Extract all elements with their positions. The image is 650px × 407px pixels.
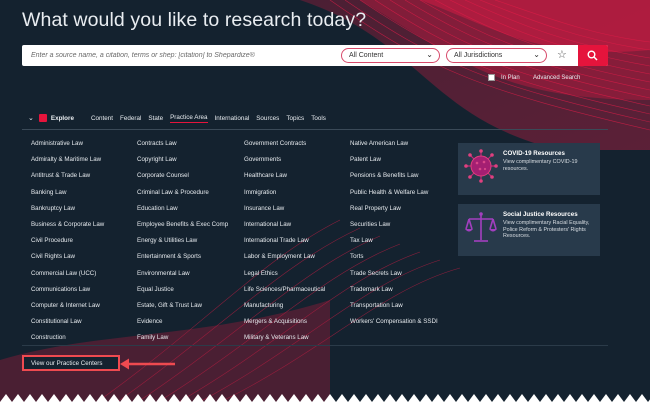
practice-area-link[interactable]: Energy & Utilities Law — [137, 237, 228, 253]
card-description: View complimentary Racial Equality, Poli… — [503, 220, 590, 240]
jurisdiction-select[interactable]: All Jurisdictions ⌄ — [446, 48, 547, 63]
practice-area-link[interactable]: Estate, Gift & Trust Law — [137, 302, 228, 318]
chevron-down-icon[interactable]: ⌄ — [28, 114, 34, 122]
practice-area-link[interactable]: Real Property Law — [350, 205, 438, 221]
practice-area-link[interactable]: Antitrust & Trade Law — [31, 172, 104, 188]
practice-area-link[interactable]: Native American Law — [350, 140, 438, 156]
practice-area-column-2: Contracts Law Copyright Law Corporate Coun… — [137, 140, 228, 350]
tab-tools[interactable]: Tools — [311, 115, 326, 122]
practice-area-link[interactable]: Civil Procedure — [31, 237, 104, 253]
practice-area-link[interactable]: Administrative Law — [31, 140, 104, 156]
explore-logo-icon — [38, 114, 47, 122]
page-title: What would you like to research today? — [22, 9, 367, 31]
practice-area-link[interactable]: Employee Benefits & Exec Comp — [137, 221, 228, 237]
practice-area-link[interactable]: Environmental Law — [137, 270, 228, 286]
practice-area-link[interactable]: Equal Justice — [137, 286, 228, 302]
practice-area-link[interactable]: Banking Law — [31, 189, 104, 205]
content-select[interactable]: All Content ⌄ — [341, 48, 440, 63]
search-button[interactable] — [578, 45, 608, 66]
practice-area-link[interactable]: Computer & Internet Law — [31, 302, 104, 318]
card-description: View complimentary COVID-19 resources. — [503, 159, 578, 172]
practice-area-link[interactable]: Education Law — [137, 205, 228, 221]
practice-area-link[interactable]: Entertainment & Sports — [137, 253, 228, 269]
tab-content[interactable]: Content — [91, 115, 113, 122]
practice-area-link[interactable]: Workers' Compensation & SSDI — [350, 318, 438, 334]
torn-edge-decoration — [0, 394, 650, 407]
search-bar: All Content ⌄ All Jurisdictions ⌄ ☆ — [22, 45, 608, 66]
practice-area-link[interactable]: Immigration — [244, 189, 325, 205]
practice-area-link[interactable]: Business & Corporate Law — [31, 221, 104, 237]
card-title: COVID-19 Resources — [503, 150, 565, 157]
practice-area-link[interactable]: Tax Law — [350, 237, 438, 253]
practice-area-column-4: Native American Law Patent Law Pensions & … — [350, 140, 438, 334]
chevron-down-icon: ⌄ — [533, 50, 540, 59]
covid-resources-card[interactable]: COVID-19 Resources View complimentary CO… — [458, 143, 600, 195]
practice-area-link[interactable]: Manufacturing — [244, 302, 325, 318]
callout-arrow-icon — [120, 358, 175, 370]
practice-area-link[interactable]: Criminal Law & Procedure — [137, 189, 228, 205]
practice-area-link[interactable]: International Law — [244, 221, 325, 237]
search-icon — [587, 50, 598, 61]
practice-area-link[interactable]: Copyright Law — [137, 156, 228, 172]
practice-area-link[interactable]: Construction — [31, 334, 104, 350]
practice-area-link[interactable]: Government Contracts — [244, 140, 325, 156]
practice-area-link[interactable]: Civil Rights Law — [31, 253, 104, 269]
practice-area-link[interactable]: Evidence — [137, 318, 228, 334]
section-divider — [22, 345, 608, 346]
practice-area-link[interactable]: Securities Law — [350, 221, 438, 237]
practice-area-column-3: Government Contracts Governments Healthcar… — [244, 140, 325, 350]
tab-international[interactable]: International — [215, 115, 250, 122]
practice-area-link[interactable]: Commercial Law (UCC) — [31, 270, 104, 286]
research-panel: What would you like to research today? A… — [0, 0, 650, 407]
practice-area-link[interactable]: Family Law — [137, 334, 228, 350]
practice-area-link[interactable]: Public Health & Welfare Law — [350, 189, 438, 205]
tab-sources[interactable]: Sources — [256, 115, 279, 122]
chevron-down-icon: ⌄ — [426, 50, 433, 59]
practice-area-column-1: Administrative Law Admiralty & Maritime L… — [31, 140, 104, 350]
practice-centers-link[interactable]: View our Practice Centers — [22, 355, 120, 371]
practice-area-link[interactable]: Communications Law — [31, 286, 104, 302]
practice-area-link[interactable]: Governments — [244, 156, 325, 172]
nav-divider — [22, 129, 608, 130]
in-plan-option[interactable]: In Plan — [488, 74, 520, 81]
content-select-value: All Content — [349, 52, 384, 59]
explore-label[interactable]: Explore — [51, 115, 74, 122]
virus-icon — [464, 149, 498, 183]
practice-area-link[interactable]: Trademark Law — [350, 286, 438, 302]
practice-area-link[interactable]: Labor & Employment Law — [244, 253, 325, 269]
search-input[interactable] — [22, 45, 342, 66]
practice-area-link[interactable]: Bankruptcy Law — [31, 205, 104, 221]
practice-area-link[interactable]: Trade Secrets Law — [350, 270, 438, 286]
practice-area-link[interactable]: Pensions & Benefits Law — [350, 172, 438, 188]
explore-nav: ⌄ Explore Content Federal State Practice… — [22, 108, 333, 128]
practice-area-link[interactable]: Legal Ethics — [244, 270, 325, 286]
tab-topics[interactable]: Topics — [286, 115, 304, 122]
practice-area-link[interactable]: Contracts Law — [137, 140, 228, 156]
tab-federal[interactable]: Federal — [120, 115, 141, 122]
practice-area-link[interactable]: Torts — [350, 253, 438, 269]
practice-area-link[interactable]: Life Sciences/Pharmaceutical — [244, 286, 325, 302]
tab-state[interactable]: State — [148, 115, 163, 122]
jurisdiction-select-value: All Jurisdictions — [454, 52, 503, 59]
practice-area-link[interactable]: Constitutional Law — [31, 318, 104, 334]
star-icon[interactable]: ☆ — [557, 48, 567, 61]
practice-area-link[interactable]: Admiralty & Maritime Law — [31, 156, 104, 172]
in-plan-label: In Plan — [501, 75, 520, 82]
practice-area-link[interactable]: Transportation Law — [350, 302, 438, 318]
scales-icon — [465, 212, 497, 242]
practice-area-link[interactable]: Mergers & Acquisitions — [244, 318, 325, 334]
advanced-search-link[interactable]: Advanced Search — [533, 75, 580, 81]
practice-area-link[interactable]: International Trade Law — [244, 237, 325, 253]
practice-area-link[interactable]: Military & Veterans Law — [244, 334, 325, 350]
practice-area-link[interactable]: Patent Law — [350, 156, 438, 172]
practice-area-link[interactable]: Healthcare Law — [244, 172, 325, 188]
practice-area-link[interactable]: Corporate Counsel — [137, 172, 228, 188]
tab-practice-area[interactable]: Practice Area — [170, 114, 208, 123]
social-justice-resources-card[interactable]: Social Justice Resources View compliment… — [458, 204, 600, 256]
practice-area-link[interactable]: Insurance Law — [244, 205, 325, 221]
in-plan-checkbox[interactable] — [488, 74, 495, 81]
card-title: Social Justice Resources — [503, 211, 578, 218]
